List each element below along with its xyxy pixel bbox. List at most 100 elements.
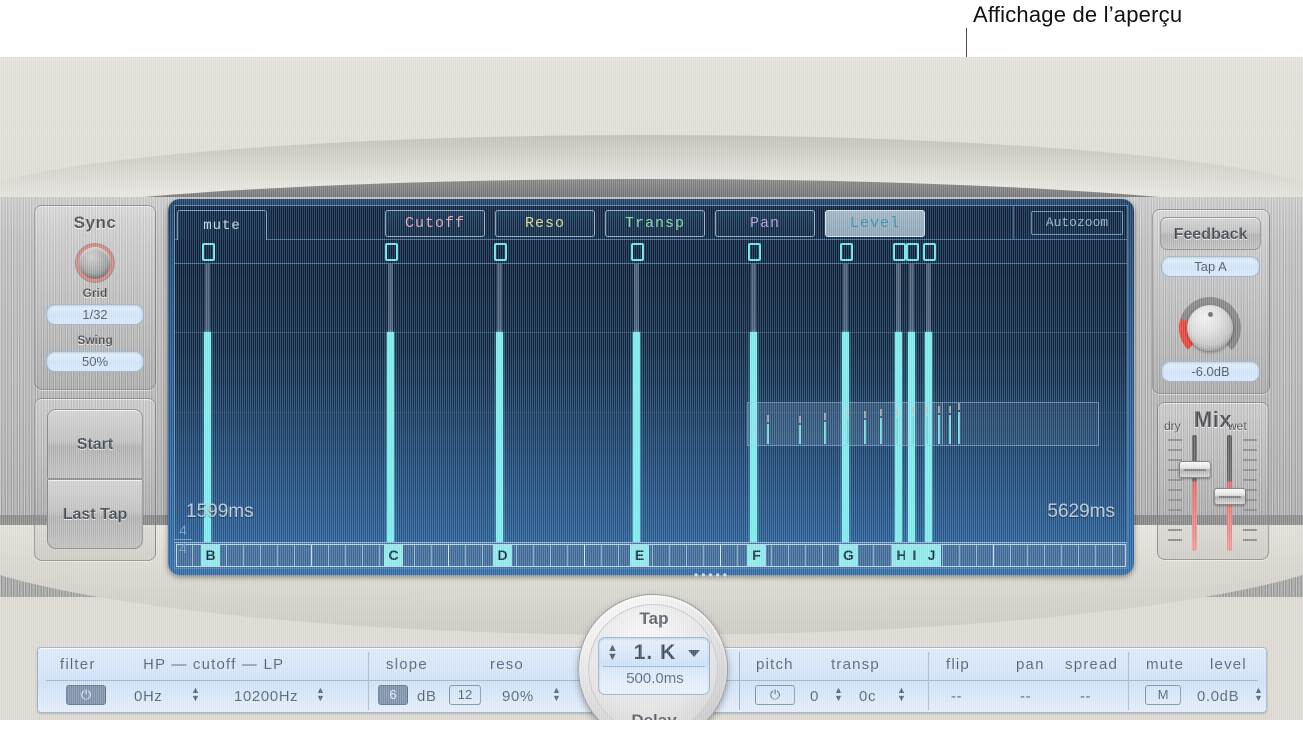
ruler-marker-d[interactable]: D [493,545,512,566]
preview-tap-cap [949,406,951,413]
mute-marker[interactable] [631,243,644,261]
preview-tap-cap [824,413,826,420]
wet-slider-thumb[interactable] [1214,488,1246,505]
feedback-knob[interactable] [1179,297,1241,359]
tap-lcd-divider [603,666,705,667]
tap-delay-value[interactable]: 500.0ms [599,670,711,687]
time-signature: 4 4 [174,523,192,556]
pan-value[interactable]: -- [1020,688,1031,705]
transp-cents-stepper[interactable]: ▲ ▼ [896,686,907,704]
preview-tap-cap [799,416,801,423]
flip-value[interactable]: -- [951,688,962,705]
mute-marker[interactable] [893,243,906,261]
tap-plot-area[interactable]: 1599ms 5629ms [175,264,1127,568]
tap-ruler[interactable]: BCDEFGHIJ [175,542,1127,568]
mute-marker[interactable] [748,243,761,261]
ruler-tick [618,545,619,566]
ruler-marker-g[interactable]: G [839,545,858,566]
level-value[interactable]: 0.0dB [1197,688,1239,705]
tab-cutoff[interactable]: Cutoff [385,210,485,237]
mute-marker[interactable] [202,243,215,261]
mute-marker[interactable] [923,243,936,261]
mix-wet-label: wet [1228,419,1247,433]
grid-value[interactable]: 1/32 [46,304,144,325]
filter-hp-stepper[interactable]: ▲ ▼ [190,686,201,704]
time-signature-bottom: 4 [179,540,187,556]
delay-designer-window: Sync Grid 1/32 Swing 50% Start Last Tap … [0,57,1303,720]
tap-bar[interactable] [204,332,211,568]
reso-value[interactable]: 90% [502,688,534,705]
transp-cents-value[interactable]: 0c [859,688,876,705]
ruler-tick [686,545,687,566]
tap-widget-top-label: Tap [639,609,669,628]
level-stepper[interactable]: ▲ ▼ [1253,686,1264,704]
spread-value[interactable]: -- [1080,688,1091,705]
time-signature-top: 4 [179,522,187,538]
preview-tap-cap [767,415,769,422]
tap-bar[interactable] [895,332,902,568]
tap-bar[interactable] [925,332,932,568]
sync-led-icon[interactable] [79,247,111,279]
slope-12db-button[interactable]: 12 [449,685,481,705]
ruler-marker-f[interactable]: F [747,545,766,566]
dry-slider-track[interactable] [1192,435,1197,551]
ruler-tick [1061,545,1062,566]
feedback-tap-value[interactable]: Tap A [1161,256,1260,277]
filter-power-button[interactable]: ⏻ [66,685,106,705]
autozoom-button[interactable]: Autozoom [1031,211,1123,235]
header-filter: filter [60,656,96,673]
ruler-marker-e[interactable]: E [630,545,649,566]
ruler-marker-b[interactable]: B [201,545,220,566]
ruler-tick [1078,545,1079,566]
preview-tap-cap [896,409,898,416]
preview-tap-cap [912,407,914,414]
ruler-tick [942,545,943,566]
sync-title: Sync [73,213,117,232]
tab-level[interactable]: Level [825,210,925,237]
mute-marker-row[interactable] [175,240,1127,264]
feedback-level-value[interactable]: -6.0dB [1161,361,1260,382]
ruler-marker-j[interactable]: J [922,545,941,566]
preview-display[interactable] [747,402,1099,446]
transp-semitone-stepper[interactable]: ▲ ▼ [833,686,844,704]
ruler-marker-c[interactable]: C [384,545,403,566]
tap-bar[interactable] [633,332,640,568]
start-button[interactable]: Start [47,409,143,479]
tap-bar[interactable] [387,332,394,568]
parameter-bar-vdivider [368,652,369,710]
tab-pan[interactable]: Pan [715,210,815,237]
tap-bar[interactable] [908,332,915,568]
plot-gridline [175,332,1127,333]
dry-slider-thumb[interactable] [1179,461,1211,478]
tab-reso[interactable]: Reso [495,210,595,237]
reso-stepper[interactable]: ▲ ▼ [551,686,562,704]
swing-value[interactable]: 50% [46,351,144,372]
tab-mute[interactable]: mute [177,210,267,240]
preview-tap-line [949,415,951,444]
feedback-button[interactable]: Feedback [1160,217,1261,250]
transp-semitone-value[interactable]: 0 [810,688,819,705]
tap-bar[interactable] [842,332,849,568]
tap-bar[interactable] [750,332,757,568]
mute-marker[interactable] [494,243,507,261]
mute-marker[interactable] [906,243,919,261]
tap-widget-lcd[interactable]: ▲ ▼ 1. K 500.0ms [598,637,710,695]
filter-lp-value[interactable]: 10200Hz [234,688,298,705]
filter-hp-value[interactable]: 0Hz [134,688,162,705]
mute-marker[interactable] [840,243,853,261]
ruler-tick [414,545,415,566]
pitch-power-button[interactable]: ⏻ [755,685,795,705]
ruler-tick [1044,545,1045,566]
last-tap-button[interactable]: Last Tap [47,479,143,549]
ruler-tick [976,545,977,566]
ruler-tick [584,545,585,566]
filter-lp-stepper[interactable]: ▲ ▼ [315,686,326,704]
tab-transp[interactable]: Transp [605,210,705,237]
ruler-frame [176,544,1126,567]
tap-bar[interactable] [496,332,503,568]
slope-6db-button[interactable]: 6 [378,685,408,705]
tap-display: mute Autozoom Cutoff Reso Transp Pan Level [168,199,1134,575]
mute-button[interactable]: M [1145,685,1181,705]
chevron-down-icon[interactable] [688,650,700,657]
mute-marker[interactable] [385,243,398,261]
